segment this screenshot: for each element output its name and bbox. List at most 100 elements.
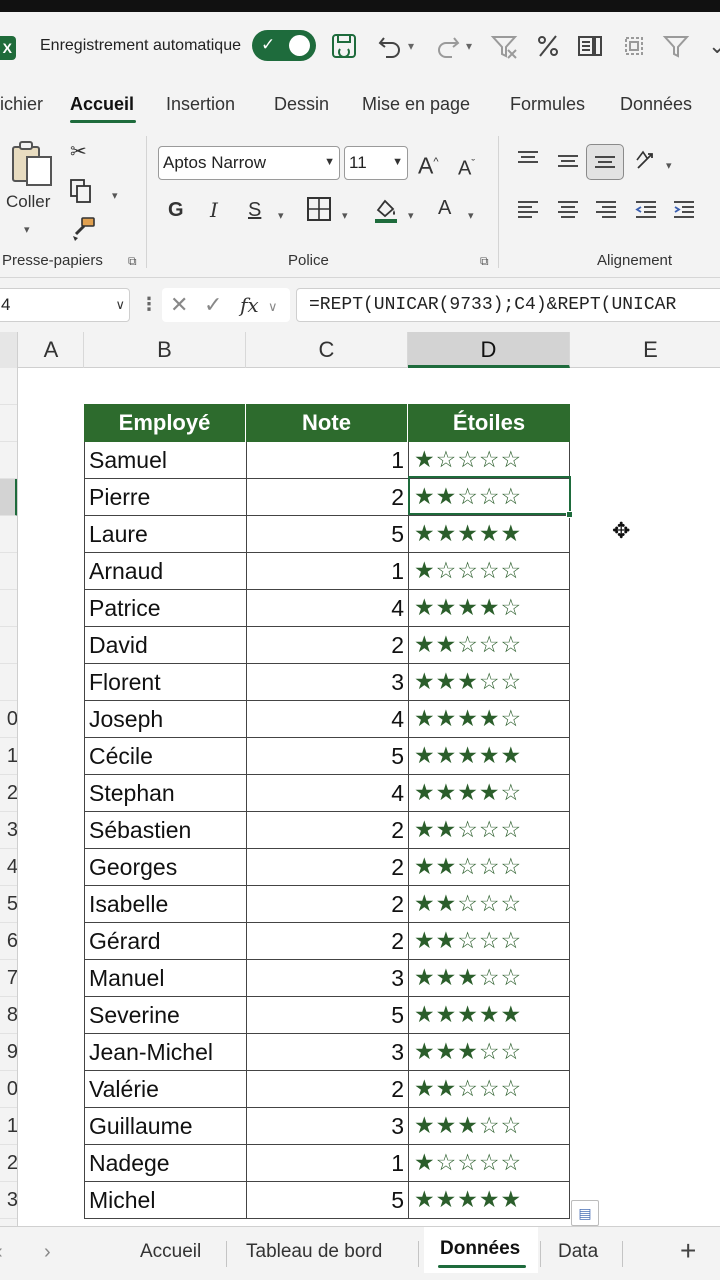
- header-employe[interactable]: Employé: [84, 404, 246, 442]
- row-header[interactable]: 1: [0, 1108, 17, 1145]
- column-header-e[interactable]: E: [570, 332, 720, 368]
- chevron-right-icon[interactable]: ›: [44, 1241, 51, 1264]
- align-top-icon[interactable]: [516, 148, 540, 178]
- tab-dessin[interactable]: Dessin: [274, 94, 329, 115]
- font-color-button[interactable]: A: [438, 196, 451, 220]
- header-note[interactable]: Note: [246, 404, 408, 442]
- note-cell[interactable]: 1: [246, 1145, 408, 1182]
- tab-formules[interactable]: Formules: [510, 94, 585, 115]
- more-options-icon[interactable]: ⋮: [140, 294, 158, 315]
- row-header[interactable]: [0, 442, 17, 479]
- stars-cell[interactable]: ★★☆☆☆: [408, 886, 570, 923]
- note-cell[interactable]: 3: [246, 664, 408, 701]
- note-cell[interactable]: 5: [246, 1182, 408, 1219]
- grow-font-icon[interactable]: A^: [418, 150, 439, 178]
- employee-name-cell[interactable]: Sébastien: [84, 812, 246, 849]
- note-cell[interactable]: 4: [246, 775, 408, 812]
- note-cell[interactable]: 5: [246, 516, 408, 553]
- worksheet[interactable]: Employé Note Étoiles Samuel 1 ★☆☆☆☆ Pierre 2…: [19, 368, 720, 1226]
- borders-dropdown-icon[interactable]: ▾: [342, 204, 348, 228]
- stars-cell[interactable]: ★★★★☆: [408, 590, 570, 627]
- row-header[interactable]: 3: [0, 1182, 17, 1219]
- orientation-icon[interactable]: [634, 148, 660, 180]
- employee-name-cell[interactable]: Nadege: [84, 1145, 246, 1182]
- sheet-tab-tableau-de-bord[interactable]: Tableau de bord: [246, 1241, 382, 1263]
- note-cell[interactable]: 2: [246, 923, 408, 960]
- row-header[interactable]: 3: [0, 812, 17, 849]
- font-launcher-icon[interactable]: ⧉: [480, 254, 489, 269]
- stars-cell[interactable]: ★★☆☆☆: [408, 627, 570, 664]
- row-header[interactable]: [0, 664, 17, 701]
- row-header[interactable]: [0, 627, 17, 664]
- row-header[interactable]: 2: [0, 775, 17, 812]
- row-header[interactable]: 0: [0, 701, 17, 738]
- note-cell[interactable]: 5: [246, 738, 408, 775]
- fill-handle[interactable]: [566, 511, 573, 518]
- font-color-dropdown-icon[interactable]: ▾: [468, 204, 474, 228]
- tab-mise-en-page[interactable]: Mise en page: [362, 94, 470, 115]
- percent-icon[interactable]: [534, 32, 562, 60]
- employee-name-cell[interactable]: David: [84, 627, 246, 664]
- employee-name-cell[interactable]: Arnaud: [84, 553, 246, 590]
- note-cell[interactable]: 4: [246, 590, 408, 627]
- column-header-a[interactable]: A: [19, 332, 84, 368]
- employee-name-cell[interactable]: Samuel: [84, 442, 246, 479]
- employee-name-cell[interactable]: Michel: [84, 1182, 246, 1219]
- enter-icon[interactable]: ✓: [204, 292, 222, 318]
- undo-icon[interactable]: [376, 32, 404, 60]
- align-bottom-button[interactable]: [586, 144, 624, 180]
- stars-cell[interactable]: ★★★☆☆: [408, 664, 570, 701]
- align-left-icon[interactable]: [516, 198, 540, 228]
- chevron-left-icon[interactable]: ‹: [0, 1241, 3, 1264]
- tab-insertion[interactable]: Insertion: [166, 94, 235, 115]
- note-cell[interactable]: 3: [246, 1108, 408, 1145]
- row-header[interactable]: 2: [0, 1145, 17, 1182]
- employee-name-cell[interactable]: Jean-Michel: [84, 1034, 246, 1071]
- fill-color-icon[interactable]: [372, 196, 400, 230]
- bold-button[interactable]: G: [168, 198, 184, 222]
- name-box[interactable]: 4 ∨: [0, 288, 130, 322]
- row-header[interactable]: 0: [0, 1071, 17, 1108]
- clipboard-launcher-icon[interactable]: ⧉: [128, 254, 137, 269]
- quick-analysis-icon[interactable]: ▤: [571, 1200, 599, 1226]
- paste-icon[interactable]: [12, 140, 54, 188]
- stars-cell[interactable]: ★★★★★: [408, 738, 570, 775]
- row-header[interactable]: [0, 516, 17, 553]
- employee-name-cell[interactable]: Severine: [84, 997, 246, 1034]
- stars-cell[interactable]: ★☆☆☆☆: [408, 1145, 570, 1182]
- employee-name-cell[interactable]: Manuel: [84, 960, 246, 997]
- formula-input[interactable]: =REPT(UNICAR(9733);C4)&REPT(UNICAR: [296, 288, 720, 322]
- paste-dropdown-icon[interactable]: ▾: [24, 218, 30, 242]
- row-header[interactable]: [0, 405, 17, 442]
- note-cell[interactable]: 4: [246, 701, 408, 738]
- stars-cell[interactable]: ★★☆☆☆: [408, 812, 570, 849]
- stars-cell[interactable]: ★★★★★: [408, 516, 570, 553]
- stars-cell[interactable]: ★☆☆☆☆: [408, 553, 570, 590]
- header-etoiles[interactable]: Étoiles: [408, 404, 570, 442]
- clear-filter-icon[interactable]: [490, 32, 518, 60]
- row-header[interactable]: 8: [0, 997, 17, 1034]
- note-cell[interactable]: 2: [246, 849, 408, 886]
- column-header-b[interactable]: B: [84, 332, 246, 368]
- redo-dropdown-icon[interactable]: ▾: [466, 32, 472, 60]
- select-icon[interactable]: [620, 32, 648, 60]
- cut-icon[interactable]: ✂: [70, 140, 87, 164]
- insert-function-icon[interactable]: fx: [240, 292, 259, 318]
- align-right-icon[interactable]: [594, 198, 618, 228]
- note-cell[interactable]: 3: [246, 960, 408, 997]
- cancel-icon[interactable]: ✕: [170, 292, 188, 318]
- sheet-tab-accueil[interactable]: Accueil: [140, 1241, 201, 1263]
- select-all-corner[interactable]: [0, 332, 18, 368]
- fill-color-dropdown-icon[interactable]: ▾: [408, 204, 414, 228]
- employee-name-cell[interactable]: Valérie: [84, 1071, 246, 1108]
- employee-name-cell[interactable]: Joseph: [84, 701, 246, 738]
- row-header[interactable]: [0, 479, 17, 516]
- note-cell[interactable]: 2: [246, 627, 408, 664]
- form-icon[interactable]: [576, 32, 604, 60]
- stars-cell[interactable]: ★★★★★: [408, 1182, 570, 1219]
- row-header[interactable]: [0, 368, 17, 405]
- redo-icon[interactable]: [434, 32, 462, 60]
- stars-cell[interactable]: ★★☆☆☆: [408, 923, 570, 960]
- font-size-select[interactable]: 11 ▼: [344, 146, 408, 180]
- note-cell[interactable]: 2: [246, 1071, 408, 1108]
